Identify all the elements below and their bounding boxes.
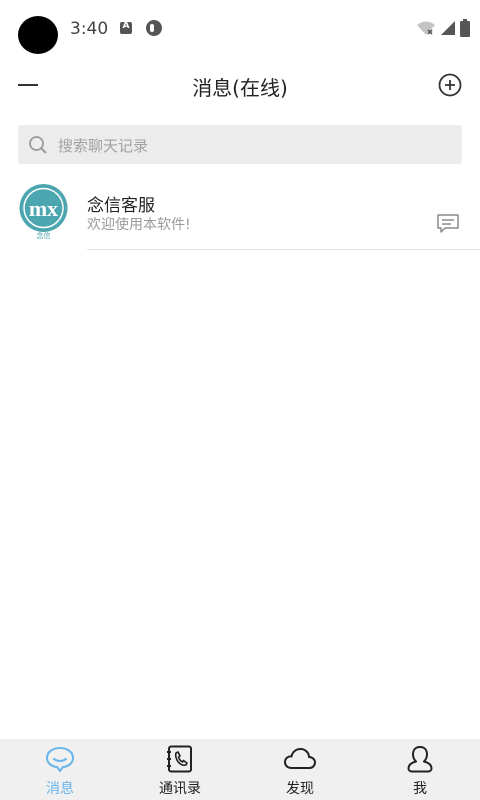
status-indicators xyxy=(416,18,470,38)
signal-icon xyxy=(441,21,455,35)
tab-label: 我 xyxy=(413,781,427,797)
divider xyxy=(87,249,480,250)
conversation-preview: 欢迎使用本软件! xyxy=(87,217,191,233)
conversation-name: 念信客服 xyxy=(87,196,155,216)
search-icon xyxy=(29,136,47,154)
tab-label: 消息 xyxy=(46,781,74,797)
contacts-book-icon xyxy=(167,745,192,773)
wifi-off-icon xyxy=(417,21,435,35)
cloud-icon xyxy=(284,748,316,769)
bottom-tab-bar: 消息 通讯录 发现 我 xyxy=(0,739,480,800)
tab-label: 通讯录 xyxy=(159,781,201,797)
tab-me[interactable]: 我 xyxy=(360,739,480,800)
message-icon xyxy=(437,214,459,233)
person-icon xyxy=(407,746,433,773)
svg-text:mx: mx xyxy=(29,196,58,221)
conversation-item[interactable]: mx 念信 念信客服 欢迎使用本软件! xyxy=(0,180,480,250)
search-input[interactable]: 搜索聊天记录 xyxy=(18,125,462,164)
search-placeholder: 搜索聊天记录 xyxy=(58,137,149,155)
tab-label: 发现 xyxy=(286,781,314,797)
avatar: mx 念信 xyxy=(15,184,72,241)
avatar-text: 念信 xyxy=(37,231,51,240)
keyboard-notification-icon xyxy=(120,21,132,34)
chat-bubble-icon xyxy=(45,746,75,773)
add-circle-icon[interactable] xyxy=(438,73,462,97)
status-time: 3:40 xyxy=(70,19,109,39)
camera-cutout-icon xyxy=(18,16,58,54)
tab-contacts[interactable]: 通讯录 xyxy=(120,739,240,800)
page-title: 消息(在线) xyxy=(192,76,288,100)
tab-discover[interactable]: 发现 xyxy=(240,739,360,800)
battery-icon xyxy=(460,19,470,37)
tab-messages[interactable]: 消息 xyxy=(0,739,120,800)
status-bar: 3:40 xyxy=(0,0,480,58)
header: 消息(在线) xyxy=(0,62,480,112)
app-notification-icon xyxy=(146,20,162,36)
